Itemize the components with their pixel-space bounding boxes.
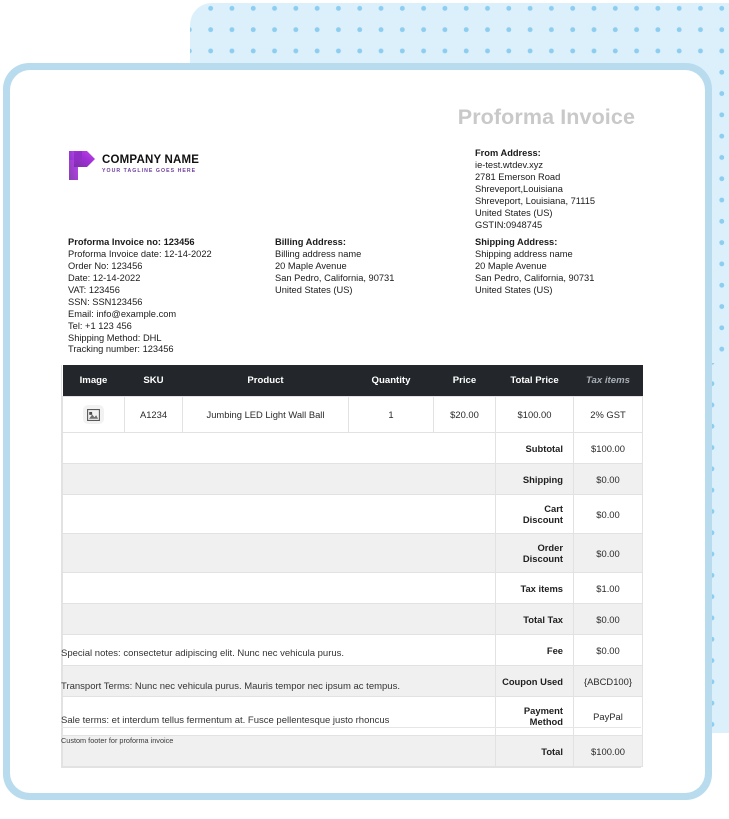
- summary-label: Subtotal: [495, 432, 574, 464]
- invoice-card: Proforma Invoice COMPANY NAME YOUR TAGLI…: [10, 70, 705, 793]
- page-title: Proforma Invoice: [457, 105, 635, 129]
- summary-label: Shipping: [495, 463, 574, 495]
- logo-company-name: COMPANY NAME: [102, 154, 200, 167]
- table-header-row: Image SKU Product Quantity Price Total P…: [62, 365, 643, 397]
- column-header-product: Product: [182, 365, 349, 397]
- company-logo: COMPANY NAME YOUR TAGLINE GOES HERE: [68, 150, 199, 180]
- summary-label: Total Tax: [495, 603, 574, 635]
- from-address-line: Shreveport,Louisiana: [475, 184, 563, 195]
- invoice-number-heading: Proforma Invoice no: 123456: [68, 237, 195, 247]
- billing-address-line: United States (US): [275, 284, 353, 295]
- invoice-meta-line: VAT: 123456: [68, 284, 120, 295]
- summary-value: $0.00: [573, 463, 643, 495]
- summary-label: Cart Discount: [495, 494, 574, 534]
- invoice-meta-line: Proforma Invoice date: 12-14-2022: [68, 248, 212, 259]
- summary-value: $1.00: [573, 572, 643, 604]
- summary-spacer: [62, 494, 496, 534]
- cell-sku: A1234: [124, 396, 183, 433]
- logo-tagline: YOUR TAGLINE GOES HERE: [102, 168, 197, 175]
- note-special: Special notes: consectetur adipiscing el…: [61, 648, 345, 659]
- cell-product-image: [62, 396, 125, 433]
- column-header-tax-items: Tax items: [573, 365, 643, 397]
- summary-spacer: [62, 432, 496, 464]
- billing-address-line: Billing address name: [275, 248, 362, 259]
- shipping-address-block: Shipping Address: Shipping address name …: [475, 237, 594, 297]
- from-address-line: GSTIN:0948745: [475, 219, 543, 230]
- footer-divider: [61, 727, 641, 728]
- from-address-block: From Address: ie-test.wtdev.xyz 2781 Eme…: [475, 148, 595, 232]
- cell-total-price: $100.00: [495, 396, 574, 433]
- note-sale-terms: Sale terms: et interdum tellus fermentum…: [61, 714, 390, 726]
- cell-tax-items: 2% GST: [573, 396, 643, 433]
- invoice-notes: Special notes: consectetur adipiscing el…: [61, 648, 641, 748]
- invoice-meta-block: Proforma Invoice no: 123456 Proforma Inv…: [68, 237, 212, 356]
- from-address-heading: From Address:: [475, 148, 541, 158]
- summary-value: $100.00: [573, 432, 643, 464]
- column-header-sku: SKU: [124, 365, 183, 397]
- cell-price: $20.00: [433, 396, 496, 433]
- from-address-line: ie-test.wtdev.xyz: [475, 160, 544, 171]
- from-address-line: Shreveport, Louisiana, 71115: [475, 196, 596, 207]
- summary-label: Tax items: [495, 572, 574, 604]
- billing-address-heading: Billing Address:: [275, 237, 346, 247]
- summary-value: $0.00: [573, 533, 643, 573]
- summary-row: Total Tax $0.00: [62, 603, 643, 635]
- cell-quantity: 1: [348, 396, 434, 433]
- invoice-meta-line: SSN: SSN123456: [68, 296, 143, 307]
- summary-label: Order Discount: [495, 533, 574, 573]
- shipping-address-heading: Shipping Address:: [475, 237, 558, 247]
- summary-row: Shipping $0.00: [62, 463, 643, 495]
- summary-row: Cart Discount $0.00: [62, 494, 643, 534]
- billing-address-line: 20 Maple Avenue: [275, 260, 347, 271]
- footer-text: Custom footer for proforma invoice: [61, 736, 174, 745]
- shipping-address-line: Shipping address name: [475, 248, 573, 259]
- invoice-card-content: Proforma Invoice COMPANY NAME YOUR TAGLI…: [50, 70, 665, 793]
- invoice-page: Proforma Invoice COMPANY NAME YOUR TAGLI…: [0, 0, 729, 819]
- from-address-line: United States (US): [475, 207, 553, 218]
- summary-row: Tax items $1.00: [62, 572, 643, 604]
- note-transport-terms: Transport Terms: Nunc nec vehicula purus…: [61, 681, 400, 693]
- table-row: A1234 Jumbing LED Light Wall Ball 1 $20.…: [62, 396, 643, 433]
- invoice-meta-line: Tel: +1 123 456: [68, 320, 132, 331]
- summary-spacer: [62, 572, 496, 604]
- shipping-address-line: San Pedro, California, 90731: [475, 272, 595, 283]
- summary-value: $0.00: [573, 603, 643, 635]
- shipping-address-line: 20 Maple Avenue: [475, 260, 547, 271]
- invoice-meta-line: Email: info@example.com: [68, 308, 177, 319]
- billing-address-line: San Pedro, California, 90731: [275, 272, 395, 283]
- billing-address-block: Billing Address: Billing address name 20…: [275, 237, 394, 297]
- invoice-meta-line: Date: 12-14-2022: [68, 272, 141, 283]
- summary-spacer: [62, 603, 496, 635]
- invoice-meta-line: Order No: 123456: [68, 260, 143, 271]
- column-header-price: Price: [433, 365, 496, 397]
- column-header-total-price: Total Price: [495, 365, 574, 397]
- summary-row: Subtotal $100.00: [62, 432, 643, 464]
- summary-value: $0.00: [573, 494, 643, 534]
- shipping-address-line: United States (US): [475, 284, 553, 295]
- summary-spacer: [62, 463, 496, 495]
- invoice-info-row: Proforma Invoice no: 123456 Proforma Inv…: [68, 237, 668, 354]
- arrow-flag-logo-icon: [68, 150, 97, 180]
- summary-spacer: [62, 533, 496, 573]
- column-header-quantity: Quantity: [348, 365, 434, 397]
- logo-wordmark: COMPANY NAME YOUR TAGLINE GOES HERE: [102, 155, 199, 174]
- invoice-meta-line: Tracking number: 123456: [68, 344, 174, 355]
- from-address-line: 2781 Emerson Road: [475, 172, 561, 183]
- cell-product: Jumbing LED Light Wall Ball: [182, 396, 349, 433]
- column-header-image: Image: [62, 365, 125, 397]
- summary-row: Order Discount $0.00: [62, 533, 643, 573]
- image-placeholder-icon: [83, 405, 104, 424]
- invoice-meta-line: Shipping Method: DHL: [68, 332, 162, 343]
